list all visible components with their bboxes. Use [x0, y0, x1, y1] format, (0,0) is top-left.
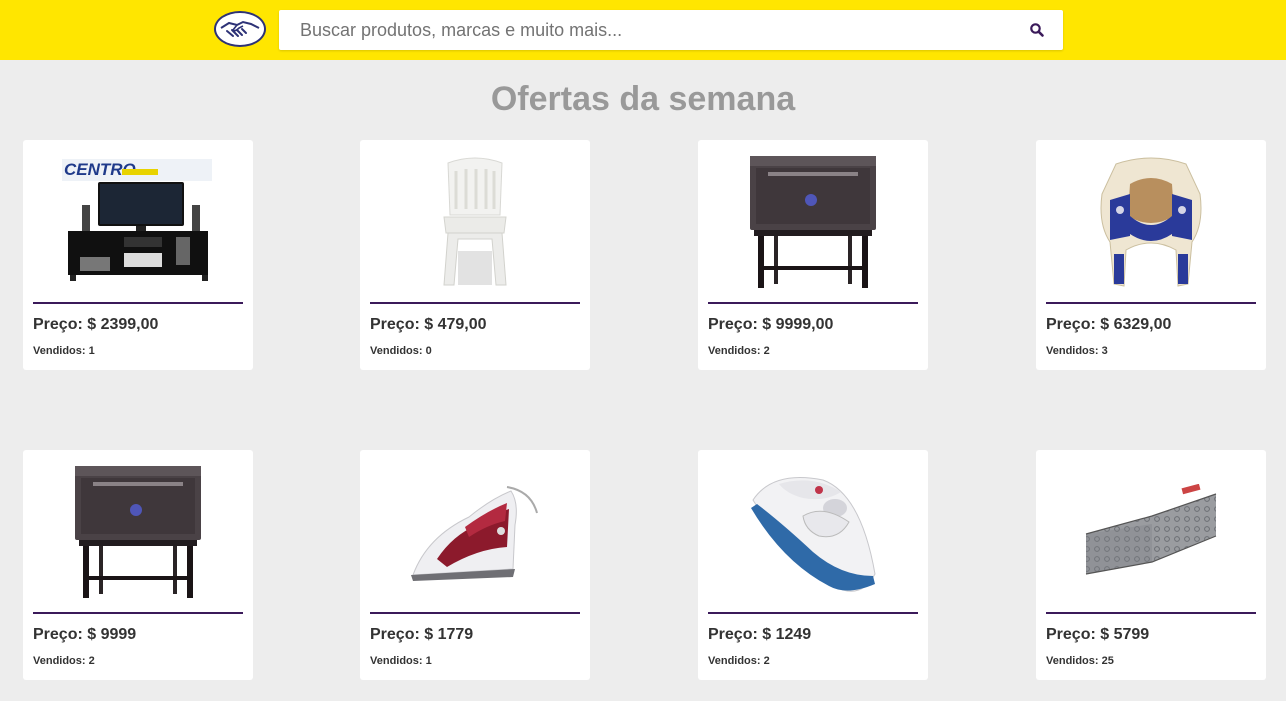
product-price: Preço: $ 9999 [33, 626, 137, 643]
handshake-logo-icon[interactable] [213, 10, 267, 48]
product-price: Preço: $ 6329,00 [1046, 316, 1172, 333]
product-sold-count: Vendidos: 1 [33, 345, 95, 357]
product-card[interactable]: Preço: $ 9999 Vendidos: 2 [23, 450, 253, 680]
page-title: Ofertas da semana [490, 80, 796, 118]
product-sold-count: Vendidos: 1 [370, 655, 432, 667]
product-sold-count: Vendidos: 3 [1046, 345, 1108, 357]
product-price: Preço: $ 2399,00 [33, 316, 159, 333]
card-divider [708, 612, 918, 614]
product-sold-count: Vendidos: 25 [1046, 655, 1114, 667]
product-sold-count: Vendidos: 0 [370, 345, 432, 357]
neck-massager-image [1036, 150, 1266, 294]
product-price: Preço: $ 9999,00 [708, 316, 834, 333]
tv-rack-image: CENTRO [23, 150, 253, 294]
plastic-chair-image [360, 150, 590, 294]
product-sold-count: Vendidos: 2 [708, 345, 770, 357]
steam-iron-blue-image [698, 460, 928, 604]
product-sold-count: Vendidos: 2 [33, 655, 95, 667]
card-divider [370, 612, 580, 614]
product-price: Preço: $ 1249 [708, 626, 812, 643]
product-price: Preço: $ 5799 [1046, 626, 1150, 643]
product-sold-count: Vendidos: 2 [708, 655, 770, 667]
card-divider [1046, 612, 1256, 614]
product-card[interactable]: Preço: $ 1249 Vendidos: 2 [698, 450, 928, 680]
product-price: Preço: $ 479,00 [370, 316, 487, 333]
card-divider [370, 302, 580, 304]
steam-iron-red-image [360, 460, 590, 604]
card-divider [708, 302, 918, 304]
search-bar [279, 10, 1063, 50]
oven-stand-image [698, 150, 928, 294]
mattress-image [1036, 460, 1266, 604]
product-card[interactable]: Preço: $ 9999,00 Vendidos: 2 [698, 140, 928, 370]
top-bar [0, 0, 1286, 60]
product-card[interactable]: CENTRO Preço: $ 2399,00 Vendidos: 1 [23, 140, 253, 370]
search-input[interactable] [300, 11, 1030, 49]
product-card[interactable]: Preço: $ 479,00 Vendidos: 0 [360, 140, 590, 370]
product-card[interactable]: Preço: $ 5799 Vendidos: 25 [1036, 450, 1266, 680]
product-card[interactable]: Preço: $ 6329,00 Vendidos: 3 [1036, 140, 1266, 370]
card-divider [33, 612, 243, 614]
card-divider [1046, 302, 1256, 304]
product-card[interactable]: Preço: $ 1779 Vendidos: 1 [360, 450, 590, 680]
search-icon[interactable] [1029, 22, 1045, 38]
oven-stand-image [23, 460, 253, 604]
product-price: Preço: $ 1779 [370, 626, 474, 643]
card-divider [33, 302, 243, 304]
